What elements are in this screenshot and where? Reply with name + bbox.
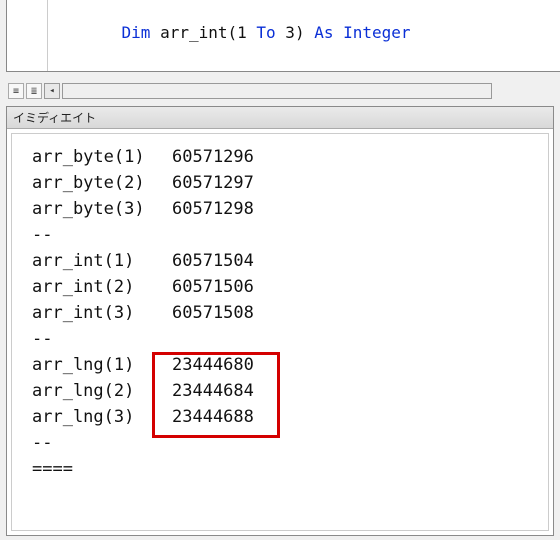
output-row: arr_byte(2) 60571297: [32, 170, 540, 196]
output-name: arr_byte(1): [32, 144, 162, 170]
immediate-window-title: イミディエイト: [7, 107, 553, 129]
output-row: arr_int(3) 60571508: [32, 300, 540, 326]
output-name: arr_int(1): [32, 248, 162, 274]
output-row: --: [32, 222, 540, 248]
hscroll-track[interactable]: [62, 83, 492, 99]
view-mode-button-1[interactable]: ≡: [8, 83, 24, 99]
identifier: 3): [276, 23, 315, 42]
code-line: Dim arr_lng(1 To 3) As Long: [13, 66, 560, 72]
output-row: arr_lng(3) 23444688: [32, 404, 540, 430]
output-value: 60571296: [172, 144, 282, 170]
output-value: 23444688: [172, 404, 282, 430]
output-row: --: [32, 326, 540, 352]
code-editor-pane[interactable]: Dim arr_int(1 To 3) As Integer Dim arr_l…: [6, 0, 560, 72]
output-row: --: [32, 430, 540, 456]
output-name: --: [32, 222, 162, 248]
output-name: ====: [32, 456, 162, 482]
identifier: arr_int(1: [150, 23, 256, 42]
keyword-as-type: As Integer: [314, 23, 410, 42]
output-name: --: [32, 326, 162, 352]
output-row: arr_lng(1) 23444680: [32, 352, 540, 378]
output-value: 60571504: [172, 248, 282, 274]
code-line: Dim arr_int(1 To 3) As Integer: [13, 0, 560, 66]
code-gutter: [47, 0, 48, 71]
view-toolbar: ≡ ≣ ◂: [8, 82, 492, 100]
output-name: arr_byte(3): [32, 196, 162, 222]
output-row: ====: [32, 456, 540, 482]
keyword-to: To: [256, 23, 275, 42]
output-name: arr_lng(3): [32, 404, 162, 430]
output-value: 23444680: [172, 352, 282, 378]
output-value: 60571298: [172, 196, 282, 222]
output-name: arr_byte(2): [32, 170, 162, 196]
output-name: arr_lng(2): [32, 378, 162, 404]
output-name: arr_int(3): [32, 300, 162, 326]
output-row: arr_int(1) 60571504: [32, 248, 540, 274]
view-mode-button-2[interactable]: ≣: [26, 83, 42, 99]
output-row: arr_int(2) 60571506: [32, 274, 540, 300]
immediate-window: イミディエイト arr_byte(1) 60571296 arr_byte(2) 6…: [6, 106, 554, 536]
output-row: arr_byte(3) 60571298: [32, 196, 540, 222]
output-value: 60571508: [172, 300, 282, 326]
output-name: arr_int(2): [32, 274, 162, 300]
immediate-window-body[interactable]: arr_byte(1)60571296 arr_byte(2)60571297 …: [11, 133, 549, 531]
output-name: --: [32, 430, 162, 456]
output-value: 60571506: [172, 274, 282, 300]
output-row: arr_lng(2) 23444684: [32, 378, 540, 404]
output-row: arr_byte(1) 60571296: [32, 144, 540, 170]
output-value: 23444684: [172, 378, 282, 404]
keyword-dim: Dim: [122, 23, 151, 42]
output-value: 60571297: [172, 170, 282, 196]
output-name: arr_lng(1): [32, 352, 162, 378]
hscroll-left-arrow[interactable]: ◂: [44, 83, 60, 99]
